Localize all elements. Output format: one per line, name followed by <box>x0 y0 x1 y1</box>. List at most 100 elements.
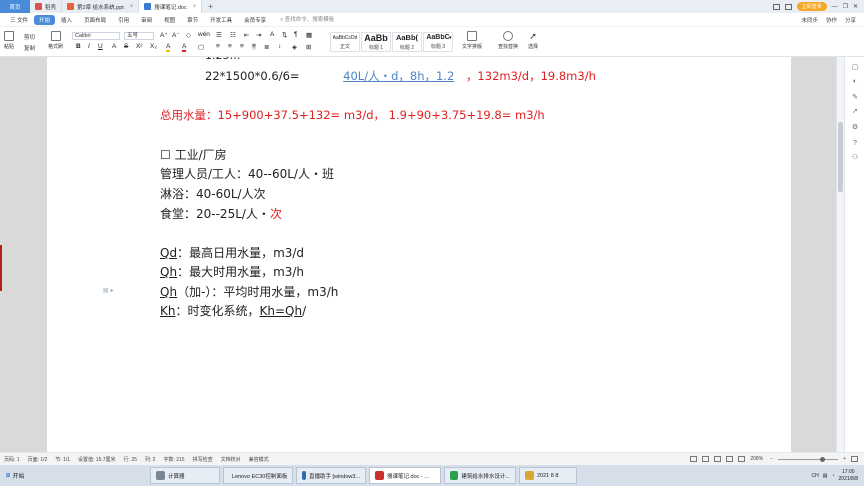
italic-icon[interactable]: I <box>88 43 90 50</box>
pointer-icon[interactable]: ➚ <box>850 107 860 117</box>
zoom-value[interactable]: 208% <box>750 456 763 462</box>
grid-icon[interactable] <box>784 3 792 10</box>
status-proofread[interactable]: 文档校对 <box>221 456 241 463</box>
start-button[interactable]: ⊞ 开始 <box>0 465 30 486</box>
bullet-list-icon[interactable]: ☰ <box>216 31 222 39</box>
scroll-thumb[interactable] <box>838 122 843 192</box>
backup-icon[interactable]: ⚙ <box>850 123 860 133</box>
status-pages[interactable]: 页面: 1/2 <box>28 456 48 463</box>
document-workspace[interactable]: 1.25… 22*1500*0.6/6= 40L/人・d，8h，1.2 ，132… <box>0 57 836 452</box>
indent-decrease-icon[interactable]: ⇤ <box>244 31 249 39</box>
indent-increase-icon[interactable]: ⇥ <box>256 31 261 39</box>
taskbar-calculator[interactable]: 计算器 <box>150 467 220 484</box>
menu-chapter[interactable]: 章节 <box>181 16 204 24</box>
char-border-icon[interactable]: ▢ <box>198 43 204 51</box>
vertical-scrollbar[interactable] <box>836 57 844 452</box>
menu-layout[interactable]: 页面布局 <box>78 16 112 24</box>
subscript-icon[interactable]: X₂ <box>150 43 157 50</box>
layout-icon[interactable] <box>772 3 780 10</box>
cut-button[interactable]: 剪切 <box>24 33 35 41</box>
zoom-out-icon[interactable]: − <box>770 456 773 462</box>
taskbar-folder[interactable]: 2021 8 8 <box>519 467 577 484</box>
close-icon[interactable]: × <box>130 4 134 10</box>
home-tab[interactable]: 首页 <box>0 0 30 13</box>
highlight-icon[interactable]: A <box>166 43 171 52</box>
grow-font-icon[interactable]: A⁺ <box>160 31 168 39</box>
bold-icon[interactable]: B <box>76 43 81 50</box>
underline-icon[interactable]: U <box>98 43 103 50</box>
status-spellcheck[interactable]: 拼写检查 <box>193 456 213 463</box>
font-name-select[interactable]: Calibri <box>72 32 120 40</box>
paste-button[interactable]: 粘贴 <box>4 31 14 50</box>
view-web-icon[interactable] <box>714 456 722 462</box>
document-page[interactable]: 1.25… 22*1500*0.6/6= 40L/人・d，8h，1.2 ，132… <box>47 57 791 452</box>
font-effect-icon[interactable]: A <box>112 43 116 50</box>
volume-icon[interactable]: ◔ <box>832 473 835 479</box>
sort-icon[interactable]: ⇅ <box>282 31 287 39</box>
edit-icon[interactable]: ✎ <box>850 93 860 103</box>
command-search[interactable]: ⌕ 查找命令、搜索模板 <box>280 15 334 24</box>
close-icon[interactable]: × <box>193 4 197 10</box>
zoom-slider[interactable] <box>778 456 839 462</box>
menu-view[interactable]: 视图 <box>158 16 181 24</box>
clock[interactable]: 17:00 2021/8/8 <box>839 469 858 483</box>
number-list-icon[interactable]: ☷ <box>230 31 236 39</box>
style-panel-icon[interactable]: ◐ <box>850 77 860 87</box>
zoom-in-icon[interactable]: + <box>843 456 846 462</box>
view-write-icon[interactable] <box>738 456 746 462</box>
view-outline-icon[interactable] <box>702 456 710 462</box>
view-read-icon[interactable] <box>726 456 734 462</box>
text-layout-button[interactable]: 文字排版 <box>462 31 482 50</box>
menu-start[interactable]: 开始 <box>34 14 56 25</box>
select-button[interactable]: ➚ 选择 <box>528 31 538 50</box>
tab-doc[interactable]: 搜课笔记.doc × <box>139 0 203 13</box>
style-heading1[interactable]: AaBb 标题 1 <box>361 32 391 52</box>
fit-icon[interactable] <box>851 456 858 462</box>
share-button[interactable]: 分享 <box>845 16 856 24</box>
network-icon[interactable]: ▤ <box>823 473 828 479</box>
justify-icon[interactable]: ≡ <box>252 43 256 50</box>
taskbar-wps-doc[interactable]: 搜课笔记.doc - ... <box>369 467 441 484</box>
collab-button[interactable]: 协作 <box>826 16 837 24</box>
tab-docer[interactable]: 稻壳 <box>30 0 63 13</box>
minimize-icon[interactable]: — <box>832 4 838 10</box>
paragraph-handle-icon[interactable]: ▤ ▸ <box>103 287 114 294</box>
style-normal[interactable]: AaBbCcDd 正文 <box>330 32 360 52</box>
restore-icon[interactable]: ❐ <box>843 3 848 10</box>
superscript-icon[interactable]: X² <box>136 43 143 50</box>
shrink-font-icon[interactable]: A⁻ <box>172 31 180 39</box>
menu-member[interactable]: 会员专享 <box>238 16 272 24</box>
view-page-icon[interactable] <box>690 456 698 462</box>
clear-format-icon[interactable]: ◇ <box>186 31 191 39</box>
menu-reference[interactable]: 引用 <box>112 16 135 24</box>
font-size-select[interactable]: 五号 <box>124 32 154 40</box>
styles-more-icon[interactable]: ▾ <box>449 35 452 41</box>
align-right-icon[interactable]: ≡ <box>240 43 244 50</box>
menu-devtools[interactable]: 开发工具 <box>204 16 238 24</box>
align-left-icon[interactable]: ≡ <box>216 43 220 50</box>
taskbar-design-pdf[interactable]: 建筑给水排水设计... <box>444 467 516 484</box>
new-tab-icon[interactable]: + <box>208 2 213 11</box>
border-icon[interactable]: ⊞ <box>306 43 311 51</box>
find-replace-button[interactable]: 查找替换 <box>498 31 518 50</box>
font-color-icon[interactable]: A <box>182 43 187 52</box>
help-icon[interactable]: ? <box>850 139 860 149</box>
close-window-icon[interactable]: ✕ <box>853 3 858 10</box>
expand-icon[interactable]: ▢ <box>850 63 860 73</box>
phonetic-icon[interactable]: wén <box>198 31 210 38</box>
status-word-count[interactable]: 字数: 215 <box>163 456 184 463</box>
language-indicator[interactable]: CH <box>812 473 819 479</box>
align-center-icon[interactable]: ≡ <box>228 43 232 50</box>
taskbar-lenovo[interactable]: Lenovo EC30控制面板 <box>223 467 293 484</box>
chinese-layout-icon[interactable]: A <box>270 31 274 38</box>
sync-button[interactable]: 未同步 <box>801 16 818 24</box>
copy-button[interactable]: 复制 <box>24 44 35 52</box>
shading-icon[interactable]: ◈ <box>292 43 297 51</box>
format-painter-button[interactable]: 格式刷 <box>48 31 63 50</box>
line-spacing-icon[interactable]: ↕ <box>278 43 281 50</box>
share-side-icon[interactable]: ⚇ <box>850 153 860 163</box>
menu-review[interactable]: 审阅 <box>135 16 158 24</box>
zoom-knob[interactable] <box>820 456 826 462</box>
file-menu[interactable]: 三 文件 <box>4 16 34 24</box>
style-heading2[interactable]: AaBb( 标题 2 <box>392 32 422 52</box>
